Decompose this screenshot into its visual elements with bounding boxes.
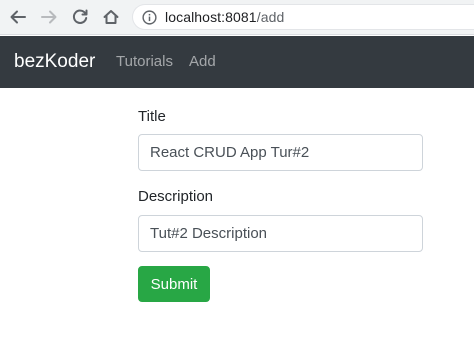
address-bar[interactable]: localhost:8081/add [132,4,474,30]
url-path: /add [256,9,285,25]
reload-icon[interactable] [68,5,92,29]
url-text[interactable]: localhost:8081/add [165,9,284,25]
info-icon[interactable] [142,10,157,25]
nav-link-add[interactable]: Add [189,53,216,70]
title-label: Title [138,108,166,125]
forward-arrow-icon[interactable] [37,5,61,29]
nav-link-tutorials[interactable]: Tutorials [116,53,173,70]
brand-link[interactable]: bezKoder [14,51,95,73]
browser-toolbar: localhost:8081/add [0,0,474,35]
app-navbar: bezKoder Tutorials Add [0,36,474,88]
home-icon[interactable] [99,5,123,29]
description-label: Description [138,188,214,205]
title-input[interactable] [138,134,423,171]
submit-button[interactable]: Submit [138,266,210,302]
url-host: localhost:8081 [165,9,257,25]
description-input[interactable] [138,215,423,252]
back-arrow-icon[interactable] [6,5,30,29]
